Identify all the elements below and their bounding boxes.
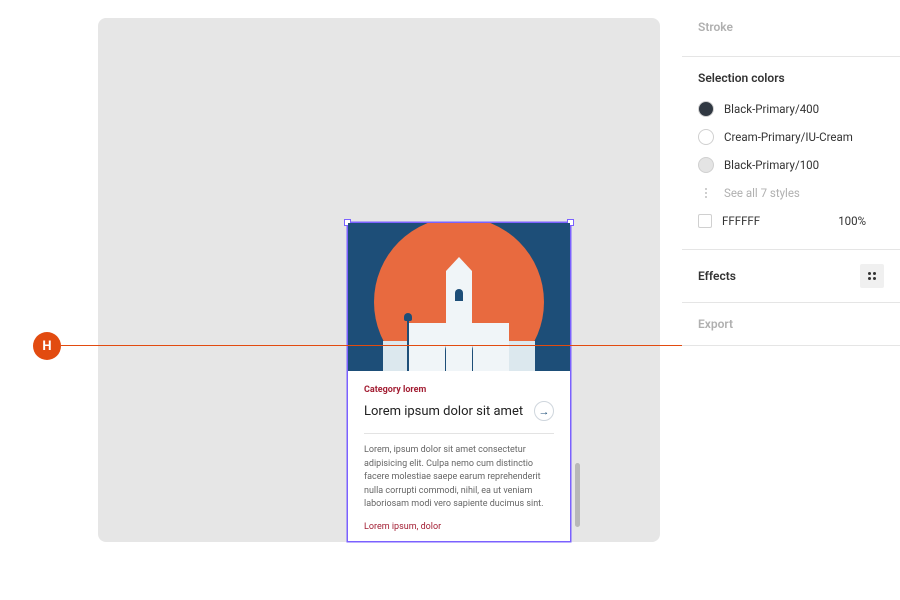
color-style-row[interactable]: Black-Primary/400 [698,95,884,123]
card-title-row: Lorem ipsum dolor sit amet → [364,401,554,421]
selection-colors-title: Selection colors [698,71,884,85]
color-style-row[interactable]: Cream-Primary/IU-Cream [698,123,884,151]
see-all-styles[interactable]: See all 7 styles [698,179,884,207]
styles-button[interactable] [860,264,884,288]
card-body: Category lorem Lorem ipsum dolor sit ame… [348,371,570,546]
swatch-icon [698,129,714,145]
see-all-label: See all 7 styles [724,186,800,200]
card-meta-text: Lorem ipsum, dolor [364,522,554,532]
swatch-icon [698,214,712,228]
color-style-label: Black-Primary/100 [724,158,819,172]
export-title: Export [698,317,884,331]
annotation-label: H [42,339,51,354]
stroke-section[interactable]: Stroke [682,0,900,57]
raw-color-row[interactable]: FFFFFF 100% [698,207,884,235]
card-title-text: Lorem ipsum dolor sit amet [364,404,523,419]
raw-hex-label: FFFFFF [722,214,760,228]
canvas-scrollbar[interactable] [575,463,580,527]
more-dots-icon [698,188,714,198]
four-dot-icon [867,271,877,281]
color-style-label: Black-Primary/400 [724,102,819,116]
swatch-icon [698,101,714,117]
raw-opacity-label: 100% [838,214,866,228]
swatch-icon [698,157,714,173]
effects-section[interactable]: Effects [682,250,900,303]
card-body-text: Lorem, ipsum dolor sit amet consectetur … [364,444,554,512]
arrow-right-icon[interactable]: → [534,401,554,421]
color-style-row[interactable]: Black-Primary/100 [698,151,884,179]
color-style-label: Cream-Primary/IU-Cream [724,130,853,144]
card-divider [364,433,554,434]
selection-colors-section: Selection colors Black-Primary/400 Cream… [682,57,900,250]
stroke-title: Stroke [698,20,884,34]
effects-title: Effects [698,269,736,283]
export-section[interactable]: Export [682,303,900,346]
properties-sidebar: Stroke Selection colors Black-Primary/40… [682,0,900,600]
card-hero-image [348,223,570,371]
annotation-badge: H [33,332,61,360]
selected-frame[interactable]: Category lorem Lorem ipsum dolor sit ame… [347,222,571,542]
card-category: Category lorem [364,385,554,395]
